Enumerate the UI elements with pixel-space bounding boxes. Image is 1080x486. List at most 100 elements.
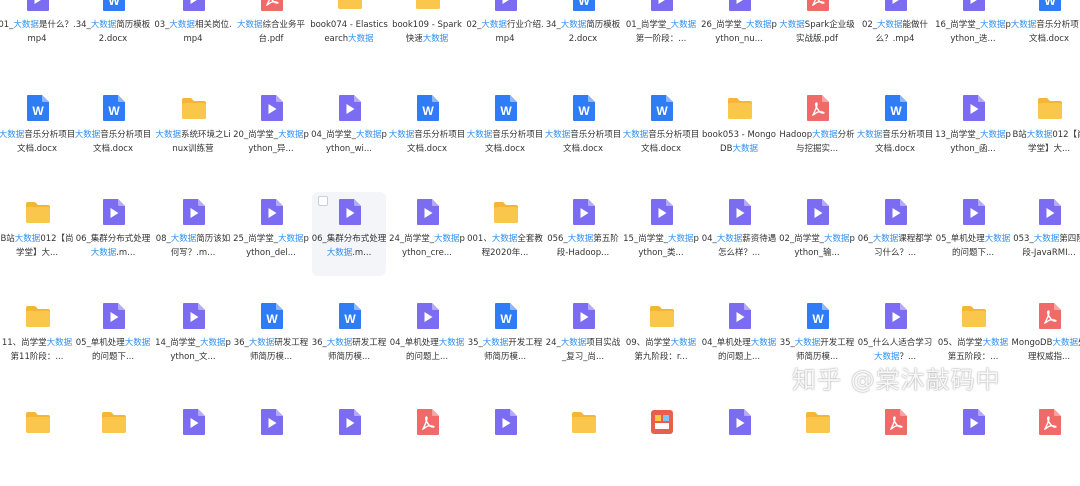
file-item-folder[interactable]: book053 - MongoDB大数据 xyxy=(702,88,776,172)
file-item-video[interactable] xyxy=(312,402,386,486)
word-file-icon: W xyxy=(804,302,832,330)
file-item-word[interactable]: W 大数据音乐分析项目文档.docx xyxy=(74,88,152,172)
search-highlight: 大数据 xyxy=(560,338,587,348)
file-item-video[interactable]: 04_单机处理大数据的问题上... xyxy=(390,296,464,380)
file-item-video[interactable]: 04_大数据薪资待遇怎么样？... xyxy=(702,192,776,276)
file-item-video[interactable]: 16_尚学堂_大数据python_迭... xyxy=(935,0,1011,62)
file-name: 25_尚学堂_大数据python_del... xyxy=(233,234,309,258)
file-item-word[interactable]: W 大数据音乐分析项目文档.docx xyxy=(1011,0,1080,62)
file-item-video[interactable]: 08_大数据简历该如何写？.m... xyxy=(156,192,230,276)
file-item-folder[interactable]: book074 - Elasticsearch大数据 xyxy=(310,0,388,62)
file-item-video[interactable]: 06_集群分布式处理大数据.m... xyxy=(312,192,386,276)
app-file-icon xyxy=(648,408,676,436)
file-item-word[interactable]: W 大数据音乐分析项目文档.docx xyxy=(389,88,465,172)
file-item-video[interactable]: 25_尚学堂_大数据python_del... xyxy=(233,192,309,276)
folder-file-icon xyxy=(414,0,442,12)
file-item-video[interactable]: 02_大数据能做什么？.mp4 xyxy=(858,0,932,62)
search-highlight: 大数据 xyxy=(482,338,509,348)
search-highlight: 大数据 xyxy=(248,338,275,348)
file-item-video[interactable]: 06_集群分布式处理大数据.m... xyxy=(76,192,150,276)
file-name: 08_大数据简历该如何写？.m... xyxy=(155,234,231,258)
watermark-text: 知乎 @棠沐敲码中 xyxy=(792,366,1001,394)
video-file-icon xyxy=(100,198,128,226)
file-item-pdf[interactable]: 大数据综合业务平台.pdf xyxy=(234,0,308,62)
file-item-folder[interactable]: 09、尚学堂大数据第九阶段：r... xyxy=(624,296,698,380)
file-item-word[interactable]: W 36_大数据研发工程师简历模... xyxy=(234,296,308,380)
file-item-folder[interactable]: 001、大数据全套教程2020年... xyxy=(467,192,543,276)
file-item-video[interactable] xyxy=(234,402,308,486)
file-item-video[interactable]: 04_尚学堂_大数据python_wi... xyxy=(311,88,387,172)
file-item-pdf[interactable] xyxy=(858,402,932,486)
file-item-video[interactable]: 13_尚学堂_大数据python_函... xyxy=(935,88,1011,172)
file-item-word[interactable]: W 34_大数据简历模板2.docx xyxy=(76,0,150,62)
file-item-video[interactable]: 24_大数据项目实战_复习_尚... xyxy=(546,296,620,380)
file-item-video[interactable] xyxy=(936,402,1010,486)
file-item-video[interactable]: 14_尚学堂_大数据python_文... xyxy=(155,296,231,380)
search-highlight: 大数据 xyxy=(422,34,449,44)
search-highlight: 大数据 xyxy=(1026,130,1053,140)
file-name: B站大数据012【尚学堂】大... xyxy=(0,234,74,258)
search-highlight: 大数据 xyxy=(90,248,117,258)
file-item-video[interactable]: 03_大数据相关岗位.mp4 xyxy=(154,0,232,62)
folder-file-icon xyxy=(24,302,52,330)
file-item-video[interactable]: 05_单机处理大数据的问题下... xyxy=(76,296,150,380)
file-name: 大数据音乐分析项目文档.docx xyxy=(466,130,544,154)
file-item-word[interactable]: W 大数据音乐分析项目文档.docx xyxy=(0,88,75,172)
file-item-folder[interactable]: B站大数据012【尚学堂】大... xyxy=(1012,88,1080,172)
svg-text:W: W xyxy=(500,312,512,326)
folder-file-icon xyxy=(180,94,208,122)
folder-file-icon xyxy=(960,302,988,330)
file-item-video[interactable] xyxy=(702,402,776,486)
file-item-pdf[interactable]: 大数据Spark企业级实战版.pdf xyxy=(779,0,855,62)
search-highlight: 大数据 xyxy=(670,20,697,30)
file-item-folder[interactable] xyxy=(780,402,854,486)
file-item-folder[interactable] xyxy=(546,402,620,486)
file-item-folder[interactable]: book109 - Spark快速大数据 xyxy=(390,0,464,62)
file-item-video[interactable]: 20_尚学堂_大数据python_异... xyxy=(233,88,309,172)
file-item-pdf[interactable] xyxy=(390,402,464,486)
file-name: 03_大数据相关岗位.mp4 xyxy=(154,20,232,44)
video-file-icon xyxy=(804,198,832,226)
svg-text:W: W xyxy=(344,312,356,326)
file-name: Hadoop大数据分析与挖掘实... xyxy=(779,130,855,154)
video-file-icon xyxy=(726,408,754,436)
file-item-video[interactable]: 05_单机处理大数据的问题下... xyxy=(936,192,1010,276)
select-checkbox[interactable] xyxy=(318,196,328,206)
file-item-word[interactable]: W 大数据音乐分析项目文档.docx xyxy=(545,88,621,172)
search-highlight: 大数据 xyxy=(982,338,1009,348)
file-item-app[interactable] xyxy=(624,402,698,486)
file-item-video[interactable] xyxy=(468,402,542,486)
file-item-folder[interactable]: 11、尚学堂大数据第11阶段：... xyxy=(0,296,74,380)
file-item-pdf[interactable]: MongoDB大数据处理权威指... xyxy=(1012,296,1080,380)
svg-text:W: W xyxy=(890,104,902,118)
file-item-word[interactable]: W 34_大数据简历模板2.docx xyxy=(546,0,620,62)
file-item-word[interactable]: W 大数据音乐分析项目文档.docx xyxy=(857,88,933,172)
file-item-video[interactable]: 056_大数据第五阶段-Hadoop... xyxy=(546,192,620,276)
file-item-video[interactable]: 15_尚学堂_大数据python_类... xyxy=(623,192,699,276)
word-file-icon: W xyxy=(336,302,364,330)
file-item-folder[interactable]: B站大数据012【尚学堂】大... xyxy=(0,192,74,276)
folder-file-icon xyxy=(336,0,364,12)
file-item-video[interactable]: 04_单机处理大数据的问题上... xyxy=(702,296,776,380)
file-item-video[interactable]: 06_大数据课程都学习什么？... xyxy=(858,192,932,276)
file-item-pdf[interactable] xyxy=(1012,402,1080,486)
file-item-pdf[interactable]: Hadoop大数据分析与挖掘实... xyxy=(779,88,855,172)
file-name: 大数据音乐分析项目文档.docx xyxy=(74,130,152,154)
file-item-video[interactable] xyxy=(156,402,230,486)
file-item-word[interactable]: W 大数据音乐分析项目文档.docx xyxy=(466,88,544,172)
file-item-video[interactable]: 02_大数据行业介绍.mp4 xyxy=(466,0,544,62)
file-item-word[interactable]: W 36_大数据研发工程师简历模... xyxy=(312,296,386,380)
file-item-video[interactable]: 24_尚学堂_大数据python_cre... xyxy=(389,192,465,276)
file-name: 36_大数据研发工程师简历模... xyxy=(311,338,387,362)
file-item-video[interactable]: 053_大数据第四阶段-JavaRMI... xyxy=(1012,192,1080,276)
file-item-video[interactable]: 02_尚学堂_大数据python_输... xyxy=(779,192,855,276)
file-item-video[interactable]: 01_尚学堂_大数据第一阶段：... xyxy=(624,0,698,62)
file-item-word[interactable]: W 大数据音乐分析项目文档.docx xyxy=(623,88,699,172)
file-item-video[interactable]: 01_大数据是什么？.mp4 xyxy=(0,0,76,62)
file-item-word[interactable]: W 35_大数据开发工程师简历模... xyxy=(468,296,542,380)
file-item-folder[interactable]: 大数据系统环境之Linux训练营 xyxy=(155,88,231,172)
file-item-video[interactable]: 26_尚学堂_大数据python_nu... xyxy=(701,0,777,62)
file-item-folder[interactable] xyxy=(76,402,150,486)
file-item-folder[interactable] xyxy=(0,402,74,486)
video-file-icon xyxy=(882,302,910,330)
